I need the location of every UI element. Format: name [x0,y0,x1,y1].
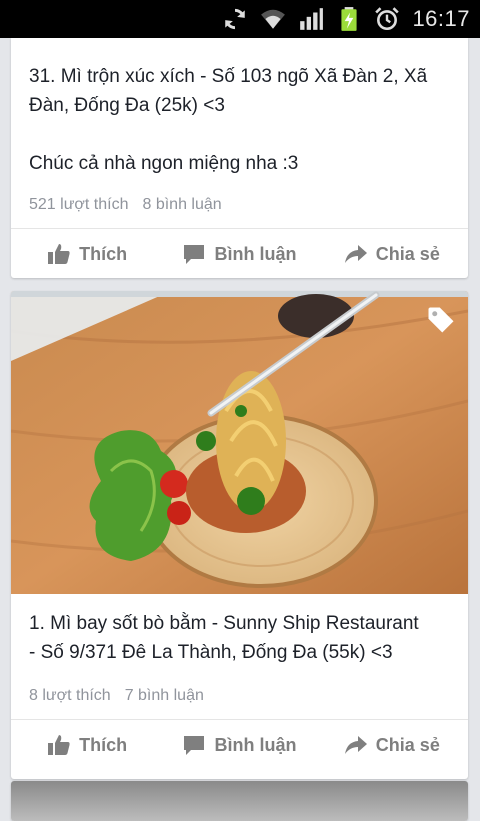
like-button[interactable]: Thích [11,242,163,266]
comment-button[interactable]: Bình luận [163,733,315,757]
action-bar: Thích Bình luận Chia sẻ [11,230,468,278]
status-icons: 16:17 [222,0,470,38]
signal-icon [300,8,324,30]
divider [11,719,468,720]
thumbs-up-icon [48,244,70,264]
like-label: Thích [79,243,128,264]
food-photo [11,291,468,594]
post-text-line: - Số 9/371 Đê La Thành, Đống Đa (55k) <3 [29,642,393,663]
comment-icon [184,736,205,755]
like-button[interactable]: Thích [11,733,163,757]
share-button[interactable]: Chia sẻ [316,242,468,266]
share-label: Chia sẻ [375,243,440,264]
share-arrow-icon [344,736,367,754]
post-meta: 8 lượt thích 7 bình luận [29,687,204,705]
post-meta: 521 lượt thích 8 bình luận [29,196,222,214]
comment-label: Bình luận [214,243,297,264]
sync-icon [225,8,246,30]
post-photo[interactable] [11,291,468,594]
comment-label: Bình luận [214,734,297,755]
share-arrow-icon [344,245,367,263]
post-text-line: Chúc cả nhà ngon miệng nha :3 [29,153,299,174]
post-text-line: Đàn, Đống Đa (25k) <3 [29,95,225,116]
post-photo[interactable] [11,781,468,821]
action-bar: Thích Bình luận Chia sẻ [11,721,468,769]
comment-button[interactable]: Bình luận [163,242,315,266]
wifi-icon [261,9,286,29]
battery-charging-icon [341,7,358,31]
tag-icon[interactable] [426,305,456,335]
clock: 16:17 [412,6,470,31]
post-text-line: 31. Mì trộn xúc xích - Số 103 ngõ Xã Đàn… [29,66,428,87]
alarm-icon [375,7,400,31]
divider [11,228,468,229]
like-count[interactable]: 8 lượt thích [29,687,111,705]
post-card: 1. Mì bay sốt bò bằm - Sunny Ship Restau… [11,291,468,779]
share-label: Chia sẻ [375,734,440,755]
like-count[interactable]: 521 lượt thích [29,196,128,214]
post-text: 31. Mì trộn xúc xích - Số 103 ngõ Xã Đàn… [29,62,454,178]
comment-icon [184,245,205,264]
like-label: Thích [79,734,128,755]
post-text: 1. Mì bay sốt bò bằm - Sunny Ship Restau… [29,609,454,667]
post-card: 31. Mì trộn xúc xích - Số 103 ngõ Xã Đàn… [11,38,468,278]
post-card [11,781,468,821]
comment-count[interactable]: 8 bình luận [142,196,221,214]
post-text-line: 1. Mì bay sốt bò bằm - Sunny Ship Restau… [29,613,419,634]
thumbs-up-icon [48,735,70,755]
status-bar: 16:17 [0,0,480,38]
comment-count[interactable]: 7 bình luận [125,687,204,705]
share-button[interactable]: Chia sẻ [316,733,468,757]
